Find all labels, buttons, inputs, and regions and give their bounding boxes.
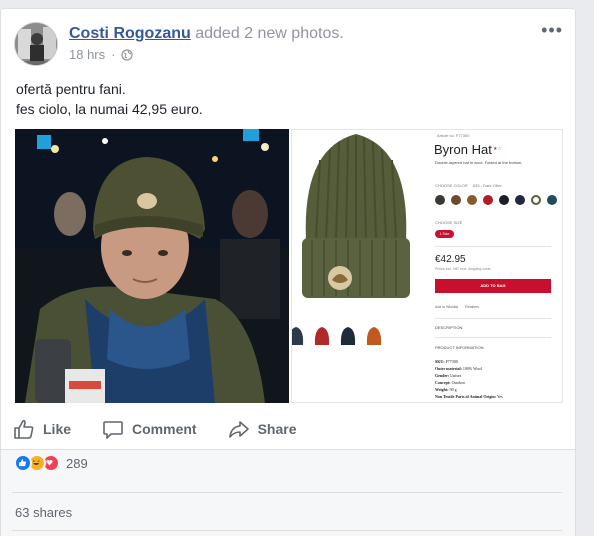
like-button[interactable]: Like [13,418,71,440]
wishlist-link[interactable]: Add to Wishlist [435,305,458,309]
product-price: €42.95 [435,254,466,265]
divider [435,318,551,319]
beanie-image [292,130,424,320]
add-to-bag-button[interactable]: ADD TO BAG [435,279,551,293]
like-label: Like [43,421,72,437]
reaction-count[interactable]: 289 [66,456,88,471]
size-option[interactable]: 1 Size [435,230,454,238]
selected-color-text: 633 - Dark Olive [472,183,502,188]
post-meta: 18 hrs · [69,47,134,62]
choose-color-text: CHOOSE COLOR [435,183,468,188]
post-header-line: Costi Rogozanu added 2 new photos. [69,25,344,43]
post-text: ofertă pentru fani. fes ciolo, la numai … [16,79,203,119]
description-header[interactable]: DESCRIPTION [435,325,462,330]
price-note: Prices incl. VAT excl. shipping costs [435,267,491,271]
color-swatch[interactable] [547,195,557,205]
author-name-link[interactable]: Costi Rogozanu [69,25,191,42]
product-title: Byron Hat [434,142,492,157]
product-description: Double-layered hat in wool. Folded at th… [435,160,523,165]
post-text-line: fes ciolo, la numai 42,95 euro. [16,101,203,117]
product-thumbnails [291,325,382,347]
product-links: Add to Wishlist Retailers [435,305,479,309]
product-article-number: Article no. F77300 [437,133,470,138]
comment-button[interactable]: Comment [102,418,197,440]
info-row: Outer material: 100% Wool [435,366,482,371]
info-row: SKU: F77300 [435,359,458,364]
comment-label: Comment [132,421,197,437]
info-row: Concept: Outdoor [435,380,465,385]
divider [12,492,562,493]
divider [12,530,562,531]
share-arrow-icon [228,421,249,438]
divider [435,246,551,247]
share-label: Share [257,421,297,437]
retailers-link[interactable]: Retailers [465,305,479,309]
thumbnail-item[interactable] [366,325,382,347]
thumbnail-item[interactable] [291,325,304,347]
comment-icon [103,421,123,439]
shares-count-link[interactable]: 63 shares [15,505,72,520]
color-swatch[interactable] [467,195,477,205]
thumbnail-item[interactable] [340,325,356,347]
choose-size-label: CHOOSE SIZE [435,220,463,225]
product-info-list: SKU: F77300 Outer material: 100% Wool Ge… [435,358,503,400]
globe-icon[interactable] [121,48,134,61]
like-reaction-icon [14,454,32,472]
divider [435,337,551,338]
color-swatch[interactable] [435,195,445,205]
color-swatches [435,195,557,205]
choose-color-label: CHOOSE COLOR 633 - Dark Olive [435,183,502,188]
product-info-header[interactable]: PRODUCT INFORMATION [435,345,484,350]
post-photo-person[interactable] [15,129,289,403]
post-photo-product[interactable]: Article no. F77300 Byron Hat ★☆ Double-l… [291,129,563,403]
color-swatch[interactable] [515,195,525,205]
post-action-bar: Like Comment Share [13,413,565,445]
avatar-image [15,23,57,65]
meta-separator: · [111,47,116,62]
color-swatch[interactable] [451,195,461,205]
info-row: Weight: 90 g [435,387,457,392]
product-rating: ★☆ [493,146,502,152]
color-swatch[interactable] [483,195,493,205]
info-row: Gender: Unisex [435,373,462,378]
color-swatch[interactable] [531,195,541,205]
post-text-line: ofertă pentru fani. [16,81,126,97]
share-button[interactable]: Share [228,418,297,440]
photo-person-image [15,129,289,403]
thumbs-up-icon [14,419,34,439]
reactions-summary[interactable]: 289 [14,454,88,472]
post-action-text: added 2 new photos. [195,25,344,42]
post-timestamp[interactable]: 18 hrs [69,47,105,62]
author-avatar[interactable] [14,22,58,66]
more-options-icon[interactable]: ••• [541,21,563,39]
thumbnail-item[interactable] [314,325,330,347]
info-row: Non Textile Parts of Animal Origin: Yes [435,394,503,399]
color-swatch[interactable] [499,195,509,205]
